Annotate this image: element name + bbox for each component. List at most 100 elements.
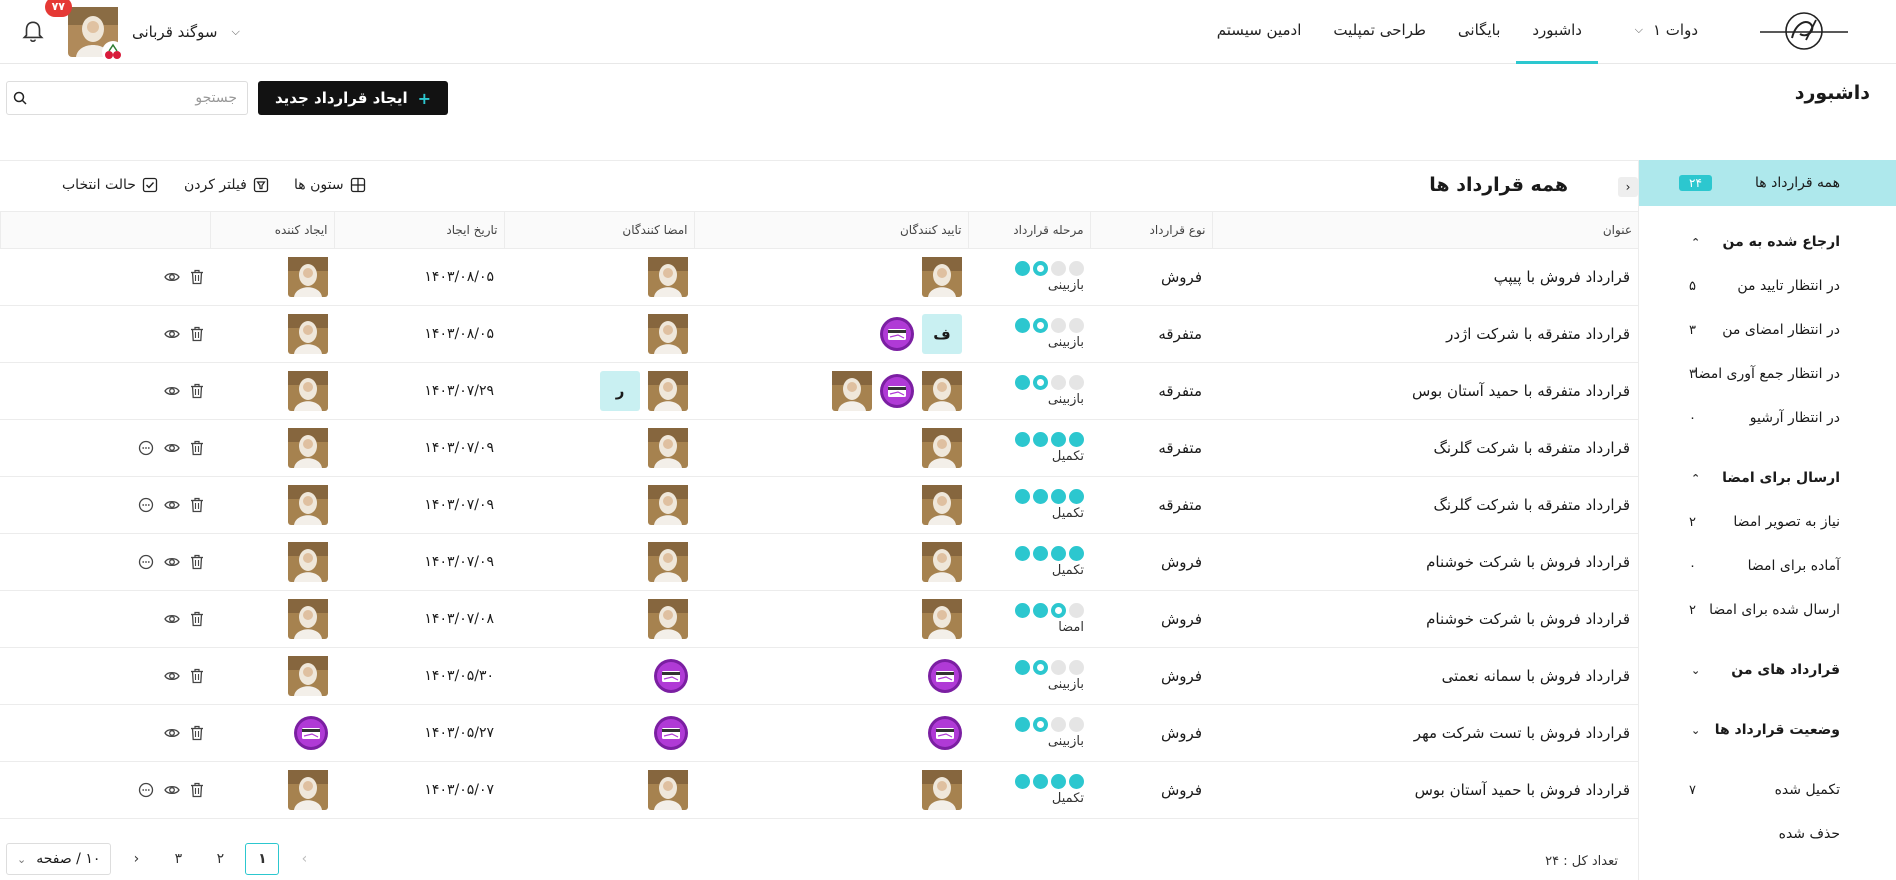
sidebar-item-sent-for-signature[interactable]: ارسال شده برای امضا ۲ (1639, 598, 1840, 622)
delete-button[interactable] (190, 554, 204, 570)
creator-avatar[interactable] (288, 427, 328, 468)
creator-avatar[interactable] (288, 256, 328, 297)
sidebar-group-my-contracts[interactable]: قرارداد های من ⌄ (1639, 658, 1840, 682)
view-button[interactable] (164, 554, 180, 570)
table-row[interactable]: قرارداد متفرقه با شرکت اژدر متفرقه بازبینی… (0, 305, 1638, 363)
view-button[interactable] (164, 497, 180, 513)
page-button-1[interactable]: ۱ (245, 843, 280, 875)
creator-avatar[interactable] (288, 598, 328, 639)
delete-button[interactable] (190, 611, 204, 627)
view-button[interactable] (164, 668, 180, 684)
table-row[interactable]: قرارداد متفرقه با شرکت گلرنگ متفرقه تکمیل ۱… (0, 419, 1638, 477)
contract-title[interactable]: قرارداد متفرقه با شرکت اژدر (1212, 305, 1638, 363)
search-icon[interactable] (7, 91, 33, 105)
table-row[interactable]: قرارداد فروش با تست شرکت مهر فروش بازبینی ۱… (0, 704, 1638, 762)
delete-button[interactable] (190, 383, 204, 399)
signer-logo-avatar[interactable] (654, 715, 688, 750)
approver-logo-avatar[interactable] (880, 316, 914, 351)
signer-logo-avatar[interactable] (654, 658, 688, 693)
view-button[interactable] (164, 782, 180, 798)
column-header-approvers[interactable]: تایید کنندگان (693, 212, 968, 249)
delete-button[interactable] (190, 668, 204, 684)
creator-avatar[interactable] (288, 769, 328, 810)
table-row[interactable]: قرارداد فروش با حمید آستان بوس فروش تکمیل ۱… (0, 761, 1638, 819)
view-button[interactable] (164, 383, 180, 399)
nav-archive[interactable]: بایگانی (1442, 0, 1516, 64)
sidebar-group-contract-status[interactable]: وضعیت قرارداد ها ⌄ (1639, 718, 1840, 742)
sidebar-group-send-for-signature[interactable]: ارسال برای امضا ⌃ (1639, 466, 1840, 490)
sidebar-item-awaiting-my-approval[interactable]: در انتظار تایید من ۵ (1639, 274, 1840, 298)
approver-avatar[interactable] (922, 370, 962, 411)
creator-avatar[interactable] (288, 541, 328, 582)
view-button[interactable] (164, 440, 180, 456)
table-row[interactable]: قرارداد فروش با سمانه نعمتی فروش بازبینی ۱۴… (0, 647, 1638, 705)
view-button[interactable] (164, 725, 180, 741)
column-header-title[interactable]: عنوان (1211, 212, 1638, 249)
view-button[interactable] (164, 326, 180, 342)
signer-avatar[interactable] (648, 484, 688, 525)
notifications-button[interactable]: ۷۷ (20, 0, 72, 45)
contract-title[interactable]: قرارداد فروش با سمانه نعمتی (1212, 647, 1638, 705)
sidebar-group-referred-to-me[interactable]: ارجاع شده به من ⌃ (1639, 230, 1840, 254)
columns-button[interactable]: ستون ها (294, 177, 366, 193)
delete-button[interactable] (190, 269, 204, 285)
view-button[interactable] (164, 611, 180, 627)
next-page-button[interactable]: › (119, 843, 153, 875)
chevron-down-icon[interactable]: ⌵ (232, 25, 240, 39)
table-row[interactable]: قرارداد فروش با پیپپ فروش بازبینی ۱۴۰۳/۰۸/۰… (0, 248, 1638, 306)
signer-avatar[interactable] (648, 541, 688, 582)
contract-title[interactable]: قرارداد متفرقه با شرکت گلرنگ (1212, 419, 1638, 477)
approver-avatar[interactable] (922, 484, 962, 525)
more-options-button[interactable] (138, 440, 154, 456)
sidebar-item-awaiting-archive[interactable]: در انتظار آرشیو ۰ (1639, 406, 1840, 430)
signer-avatar[interactable] (648, 769, 688, 810)
table-row[interactable]: قرارداد فروش با شرکت خوشنام فروش امضا ۱۴۰۳/… (0, 590, 1638, 648)
sidebar-item-needs-signature-image[interactable]: نیاز به تصویر امضا ۲ (1639, 510, 1840, 534)
more-options-button[interactable] (138, 497, 154, 513)
approver-avatar[interactable] (922, 769, 962, 810)
nav-template-design[interactable]: طراحی تمپلیت (1317, 0, 1442, 64)
org-select[interactable]: دوات ۱ ⌵ (1635, 16, 1698, 44)
new-contract-button[interactable]: + ایجاد قرارداد جدید (258, 81, 448, 115)
signer-avatar[interactable] (648, 598, 688, 639)
approver-avatar[interactable] (922, 256, 962, 297)
contract-title[interactable]: قرارداد فروش با شرکت خوشنام (1212, 590, 1638, 648)
contract-title[interactable]: قرارداد فروش با پیپپ (1212, 248, 1638, 306)
contract-title[interactable]: قرارداد متفرقه با شرکت گلرنگ (1212, 476, 1638, 534)
contract-title[interactable]: قرارداد متفرقه با حمید آستان بوس (1212, 362, 1638, 420)
page-button-2[interactable]: ۲ (203, 843, 237, 875)
search-input[interactable] (33, 83, 247, 113)
more-options-button[interactable] (138, 782, 154, 798)
signer-avatar[interactable] (648, 313, 688, 354)
column-header-signers[interactable]: امضا کنندگان (503, 212, 694, 249)
delete-button[interactable] (190, 725, 204, 741)
sidebar-item-awaiting-my-signature[interactable]: در انتظار امضای من ۳ (1639, 318, 1840, 342)
creator-avatar[interactable] (288, 655, 328, 696)
approver-avatar[interactable] (922, 541, 962, 582)
filter-button[interactable]: فیلتر کردن (184, 177, 269, 193)
contract-title[interactable]: قرارداد فروش با حمید آستان بوس (1212, 761, 1638, 819)
signer-avatar[interactable] (648, 427, 688, 468)
delete-button[interactable] (190, 782, 204, 798)
column-header-created-date[interactable]: تاریخ ایجاد (333, 212, 504, 249)
table-row[interactable]: قرارداد متفرقه با شرکت گلرنگ متفرقه تکمیل ۱… (0, 476, 1638, 534)
sidebar-item-ready-to-sign[interactable]: آماده برای امضا ۰ (1639, 554, 1840, 578)
more-options-button[interactable] (138, 554, 154, 570)
signer-avatar[interactable] (648, 370, 688, 411)
creator-avatar[interactable] (288, 370, 328, 411)
creator-logo-avatar[interactable] (294, 715, 328, 750)
sidebar-item-all-contracts[interactable]: همه قرارداد ها ۲۴ (1639, 160, 1896, 206)
creator-avatar[interactable] (288, 313, 328, 354)
user-avatar[interactable] (68, 7, 124, 63)
view-button[interactable] (164, 269, 180, 285)
collapse-sidebar-button[interactable]: ‹ (1618, 177, 1638, 197)
page-size-select[interactable]: ۱۰ / صفحه ⌄ (6, 843, 112, 875)
sidebar-item-awaiting-signature-collection[interactable]: در انتظار جمع آوری امضا ۳ (1639, 362, 1840, 386)
contract-title[interactable]: قرارداد فروش با تست شرکت مهر (1212, 704, 1638, 762)
signer-letter-avatar[interactable]: ر (600, 370, 640, 411)
select-mode-button[interactable]: حالت انتخاب (62, 177, 158, 193)
sidebar-item-deleted[interactable]: حذف شده (1639, 822, 1840, 846)
approver-logo-avatar[interactable] (928, 658, 962, 693)
contract-title[interactable]: قرارداد فروش با شرکت خوشنام (1212, 533, 1638, 591)
page-button-3[interactable]: ۳ (161, 843, 195, 875)
